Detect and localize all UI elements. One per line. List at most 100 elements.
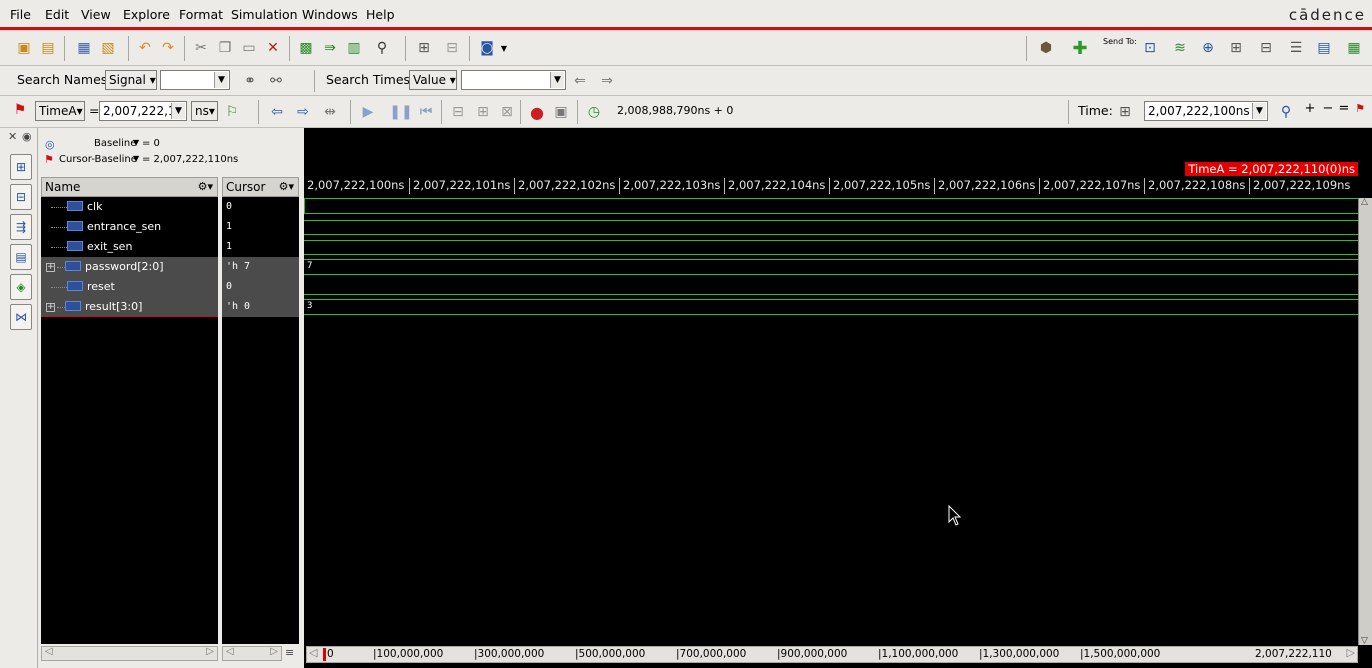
menu-format[interactable]: Format: [179, 7, 223, 22]
menu-edit[interactable]: Edit: [45, 7, 69, 22]
transaction-icon[interactable]: ⋈: [10, 304, 32, 330]
close-icon[interactable]: ✕: [8, 130, 17, 143]
cursor-time-badge[interactable]: TimeA = 2,007,222,110(0)ns: [1185, 162, 1358, 177]
step-over-icon[interactable]: ⊠: [497, 102, 517, 122]
chevron-down-icon[interactable]: ▼: [171, 103, 185, 119]
source-browser-icon[interactable]: ⇶: [10, 214, 32, 240]
menu-windows[interactable]: Windows: [302, 7, 358, 22]
baseline-label[interactable]: Baseline: [94, 138, 136, 149]
cursor-time-input[interactable]: 2,007,222,1 ▼: [99, 101, 187, 121]
marker-menu-icon[interactable]: ⚐: [222, 102, 242, 122]
memory-icon[interactable]: ◈: [10, 274, 32, 300]
find-icon[interactable]: ⚲: [372, 38, 392, 58]
waveform-clk[interactable]: [304, 198, 1358, 214]
copy-icon[interactable]: ❐: [215, 38, 235, 58]
cursor-baseline-label[interactable]: Cursor-Baseline: [59, 154, 137, 165]
waveform-vscrollbar[interactable]: △ ▽: [1358, 197, 1372, 646]
send-waveform-icon[interactable]: ≋: [1170, 38, 1190, 58]
chevron-down-icon[interactable]: ▼: [1252, 103, 1266, 119]
search-names-input[interactable]: ▼: [160, 70, 230, 90]
send-to-register-icon[interactable]: ▥: [344, 38, 364, 58]
schematic-icon[interactable]: ⊟: [10, 184, 32, 210]
menu-view[interactable]: View: [81, 7, 111, 22]
scroll-down-icon[interactable]: ▽: [1361, 636, 1368, 646]
group-icon[interactable]: ⊞: [414, 38, 434, 58]
register-icon[interactable]: ▤: [10, 244, 32, 270]
paste-icon[interactable]: ▭: [239, 38, 259, 58]
plugin-icon[interactable]: ⬢: [1036, 38, 1056, 58]
step-icon[interactable]: ⊟: [448, 102, 468, 122]
binoculars-icon[interactable]: ⚭: [240, 71, 260, 91]
signal-row-result[interactable]: + result[3:0]: [41, 297, 218, 317]
search-back-icon[interactable]: ⚯: [266, 71, 286, 91]
waveform-canvas[interactable]: TimeA = 2,007,222,110(0)ns 2,007,222,100…: [304, 128, 1372, 668]
search-next-time-icon[interactable]: ⇒: [597, 71, 617, 91]
rewind-icon[interactable]: ⏮: [416, 102, 436, 122]
zoom-icon[interactable]: ⚲: [1276, 102, 1296, 122]
send-to-waveform-icon[interactable]: ▩: [296, 38, 316, 58]
delete-icon[interactable]: ✕: [263, 38, 283, 58]
waveform-result[interactable]: 3: [304, 299, 1358, 315]
send-schematic-icon[interactable]: ⊞: [1226, 38, 1246, 58]
ungroup-icon[interactable]: ⊟: [442, 38, 462, 58]
pause-icon[interactable]: ❚❚: [389, 102, 412, 122]
scroll-right-icon[interactable]: ▷: [1347, 646, 1355, 659]
run-icon[interactable]: ▶: [358, 102, 378, 122]
undo-icon[interactable]: ↶: [135, 38, 155, 58]
prev-edge-icon[interactable]: ⇦: [267, 102, 287, 122]
add-icon[interactable]: ✚: [1070, 38, 1090, 59]
marker-flag-icon[interactable]: ⚑: [1350, 98, 1370, 118]
scroll-left-icon[interactable]: ◁: [45, 646, 53, 657]
zoom-to-cursor-icon[interactable]: ⇹: [320, 102, 340, 122]
scroll-right-icon[interactable]: ▷: [206, 646, 214, 657]
gear-icon[interactable]: ⚙▾: [198, 178, 213, 196]
chevron-down-icon[interactable]: ▼: [550, 72, 564, 88]
scroll-up-icon[interactable]: △: [1361, 197, 1368, 207]
cursor-column-header[interactable]: Cursor ⚙▾: [222, 177, 299, 197]
design-browser-icon[interactable]: ⊞: [10, 154, 32, 180]
menu-file[interactable]: File: [10, 7, 31, 22]
stop-record-icon[interactable]: ▣: [551, 102, 571, 122]
save-icon[interactable]: ▦: [74, 38, 94, 58]
waveform-entrance-sen[interactable]: [304, 220, 1358, 235]
flag-icon[interactable]: ⚑: [10, 100, 30, 120]
redo-icon[interactable]: ↷: [158, 38, 178, 58]
signal-row-entrance-sen[interactable]: entrance_sen: [41, 217, 218, 237]
open-design-icon[interactable]: ▤: [38, 38, 58, 58]
next-edge-icon[interactable]: ⇨: [293, 102, 313, 122]
signal-row-password[interactable]: + password[2:0]: [41, 257, 218, 277]
signal-row-clk[interactable]: clk: [41, 197, 218, 217]
undock-icon[interactable]: ◉: [22, 130, 32, 143]
search-names-mode-select[interactable]: Signal ▾: [105, 70, 157, 90]
expand-icon[interactable]: +: [46, 302, 55, 312]
send-to-schematic-icon[interactable]: ⇛: [320, 38, 340, 58]
scroll-left-icon[interactable]: ◁: [226, 646, 234, 657]
send-layout-icon[interactable]: ▤: [1314, 38, 1334, 58]
time-range-icon[interactable]: ⊞: [1115, 102, 1135, 122]
chevron-down-icon[interactable]: ▼: [214, 72, 228, 88]
marker-select[interactable]: TimeA▾: [35, 101, 85, 121]
expand-icon[interactable]: +: [46, 262, 55, 272]
cut-icon[interactable]: ✂: [191, 38, 211, 58]
menu-explore[interactable]: Explore: [123, 7, 170, 22]
send-source-icon[interactable]: ⊕: [1198, 38, 1218, 58]
overview-cursor-marker[interactable]: [323, 648, 326, 661]
record-icon[interactable]: ●: [527, 102, 547, 122]
signal-row-reset[interactable]: reset: [41, 277, 218, 297]
time-field-input[interactable]: 2,007,222,100ns : ▼: [1144, 101, 1268, 121]
send-memory-icon[interactable]: ▦: [1344, 38, 1364, 58]
send-register-icon[interactable]: ⊟: [1256, 38, 1276, 58]
menu-help[interactable]: Help: [366, 7, 395, 22]
cursor-hscrollbar[interactable]: ◁ ▷: [222, 646, 282, 661]
search-times-mode-select[interactable]: Value ▾: [409, 70, 457, 90]
chevron-down-icon[interactable]: ▼: [133, 154, 139, 163]
search-prev-time-icon[interactable]: ⇐: [570, 71, 590, 91]
waveform-reset[interactable]: [304, 280, 1358, 295]
name-hscrollbar[interactable]: ◁ ▷: [41, 646, 218, 661]
open-database-icon[interactable]: ▣: [14, 38, 34, 58]
menu-simulation[interactable]: Simulation: [231, 7, 298, 22]
zoom-in-icon[interactable]: +: [1300, 98, 1320, 118]
step-into-icon[interactable]: ⊞: [473, 102, 493, 122]
align-icon[interactable]: ≡: [285, 646, 294, 659]
waveform-password[interactable]: 7: [304, 259, 1358, 275]
